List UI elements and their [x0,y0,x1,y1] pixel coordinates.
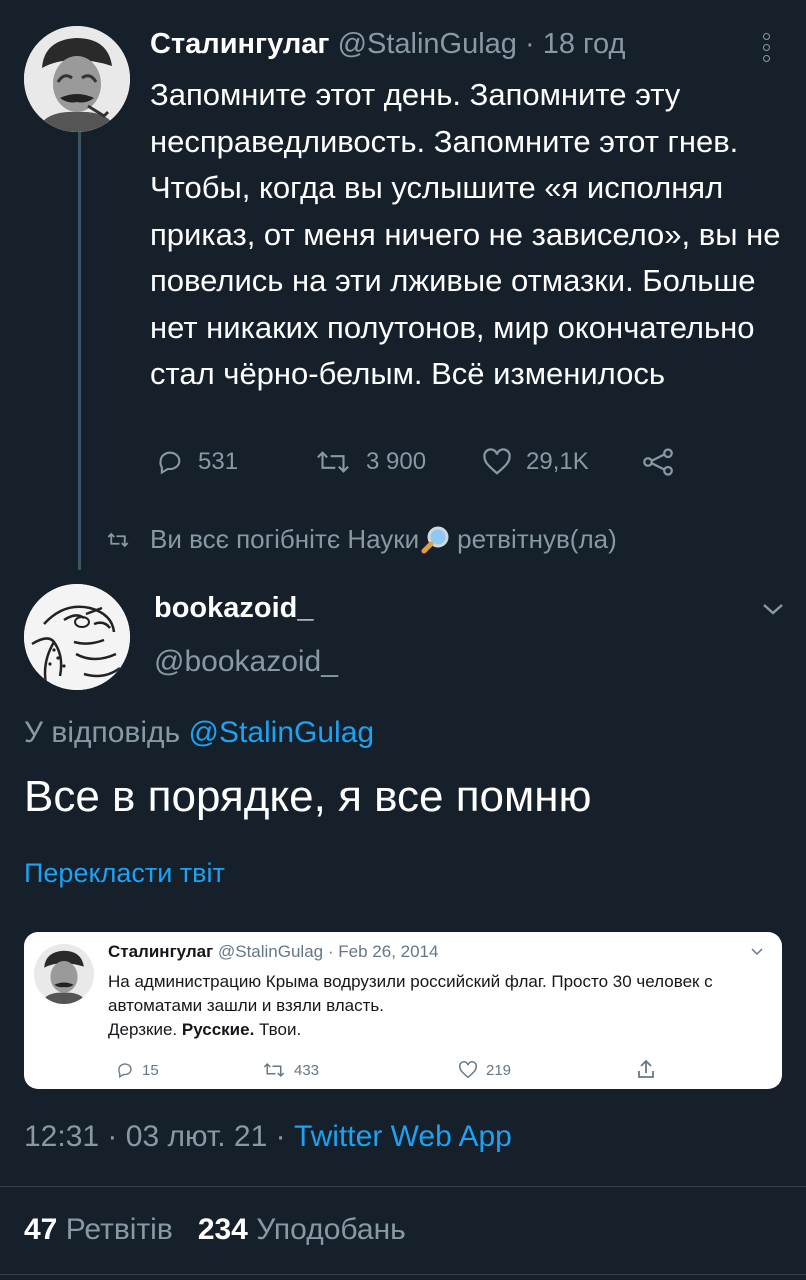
divider-top [0,1186,806,1187]
embedded-like-count: 219 [486,1061,512,1079]
reply-count: 531 [198,448,239,475]
divider-bottom [0,1274,806,1275]
like-action[interactable]: 29,1K [482,444,589,480]
reply-icon [159,451,181,475]
share-icon [643,448,673,476]
retweets-stat[interactable]: 47 Ретвітів [24,1213,173,1246]
magnifier-icon [421,526,449,553]
embedded-retweet-count: 433 [294,1061,320,1079]
parent-tweet-header: Сталингулаг @StalinGulag · 18 год [150,28,625,61]
timestamp-dot-2: · [275,1120,286,1153]
kebab-icon[interactable] [760,30,772,64]
tweet-date: 03 лют. 21 [125,1120,268,1153]
likes-stat-label: Уподобань [256,1213,406,1246]
embedded-word-2: Русские. [181,1020,255,1039]
header-dot: · [525,28,535,60]
retweet-count: 3 900 [366,448,427,475]
retweet-notice: Ви всє погібнітє Науки ретвітнув(ла) [106,524,617,555]
embedded-handle: @StalinGulag [217,942,324,961]
author-display-name[interactable]: bookazoid_ [154,592,314,625]
attached-tweet-screenshot[interactable]: Сталингулаг @StalinGulag · Feb 26, 2014 … [24,932,782,1089]
retweets-stat-count: 47 [24,1213,58,1246]
reply-to-link[interactable]: @StalinGulag [189,716,375,749]
timestamp-dot-1: · [107,1120,118,1153]
like-icon [483,448,511,475]
embedded-retweet-icon [263,1062,285,1078]
embedded-reply-icon [118,1063,132,1078]
engagement-stats: 47 Ретвітів 234 Уподобань [24,1213,406,1247]
share-action[interactable] [640,444,690,480]
embedded-word-1: Дерзкие. [108,1020,178,1039]
likes-stat[interactable]: 234 Уподобань [198,1213,406,1246]
tweet-time: 12:31 [24,1120,100,1153]
embedded-text-line1: На администрацию Крыма водрузили российс… [108,972,713,1015]
tweet-timestamp: 12:31 · 03 лют. 21 · Twitter Web App [24,1120,512,1154]
reply-action[interactable]: 531 [156,444,238,480]
parent-display-name[interactable]: Сталингулаг [150,28,330,60]
embedded-like-icon [459,1061,477,1079]
retweeter-name[interactable]: Ви всє погібнітє Науки [150,524,419,555]
retweets-stat-label: Ретвітів [65,1213,173,1246]
embedded-display-name: Сталингулаг [108,942,214,961]
parent-handle[interactable]: @StalinGulag [338,28,517,60]
embedded-share [636,1058,664,1080]
retweet-suffix: ретвітнув(ла) [457,524,617,554]
stalingulag-avatar[interactable] [24,26,130,132]
main-tweet-text: Все в порядке, я все помню [24,772,592,821]
embedded-reply-count: 15 [142,1061,159,1079]
parent-tweet-text: Запомните этот день. Запомните эту неспр… [150,77,781,391]
translate-tweet-link[interactable]: Перекласти твіт [24,858,225,889]
embedded-chevron-icon [750,944,764,962]
embedded-date: Feb 26, 2014 [338,942,439,961]
embedded-retweet: 433 [262,1061,319,1079]
reply-prefix: У відповідь [24,716,181,749]
embedded-header: Сталингулаг @StalinGulag · Feb 26, 2014 [108,942,438,962]
embedded-word-3: Твои. [259,1020,302,1039]
bookazoid-avatar[interactable] [24,584,130,690]
embedded-text-line2: Дерзкие. Русские. Твои. [108,1018,758,1042]
tweet-source-link[interactable]: Twitter Web App [294,1120,512,1153]
embedded-like: 219 [458,1061,511,1079]
embedded-avatar [34,944,94,1004]
thread-connector-line [78,130,81,570]
embedded-dot: · [327,942,334,961]
chevron-down-icon[interactable] [760,600,786,623]
embedded-reply: 15 [116,1061,159,1079]
author-handle[interactable]: @bookazoid_ [154,645,338,679]
likes-stat-count: 234 [197,1213,248,1246]
embedded-share-icon [638,1059,654,1078]
retweet-icon [317,451,349,473]
retweet-action[interactable]: 3 900 [314,444,426,480]
parent-age[interactable]: 18 год [543,28,626,60]
reply-context: У відповідь @StalinGulag [24,716,374,750]
like-count: 29,1K [526,448,589,475]
embedded-tweet-text: На администрацию Крыма водрузили российс… [108,970,758,1042]
retweet-small-icon [107,532,129,547]
